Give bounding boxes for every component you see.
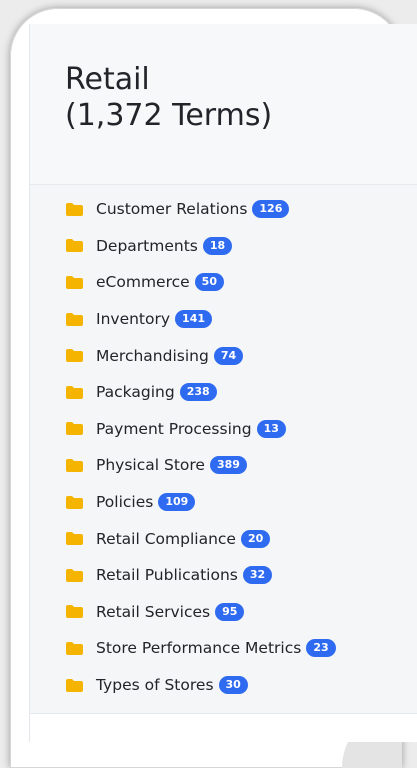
folder-icon <box>66 385 83 399</box>
list-item[interactable]: Physical Store 389 <box>66 447 336 484</box>
list-item[interactable]: Packaging 238 <box>66 374 336 411</box>
count-badge: 126 <box>252 200 290 219</box>
folder-icon <box>66 202 83 216</box>
item-label[interactable]: Physical Store <box>96 456 205 474</box>
item-label[interactable]: Policies <box>96 493 153 511</box>
folder-icon <box>66 678 83 692</box>
item-label[interactable]: Customer Relations <box>96 200 247 218</box>
list-item[interactable]: Types of Stores 30 <box>66 667 336 704</box>
count-badge: 23 <box>306 639 336 658</box>
category-title: Retail (1,372 Terms) <box>65 62 272 134</box>
count-badge: 32 <box>242 566 273 585</box>
item-label[interactable]: Store Performance Metrics <box>96 639 301 657</box>
count-badge: 95 <box>215 602 245 621</box>
list-item[interactable]: Retail Publications 32 <box>66 557 336 594</box>
item-label[interactable]: Retail Services <box>96 603 210 621</box>
count-badge: 389 <box>209 456 247 475</box>
folder-icon <box>66 532 83 546</box>
folder-icon <box>66 641 83 655</box>
list-item[interactable]: Merchandising 74 <box>66 337 336 374</box>
list-item[interactable]: Store Performance Metrics 23 <box>66 630 336 667</box>
list-item[interactable]: Policies 109 <box>66 484 336 521</box>
list-item[interactable]: eCommerce 50 <box>66 264 336 301</box>
folder-icon <box>66 495 83 509</box>
count-badge: 30 <box>218 676 248 695</box>
category-name: Retail <box>65 62 150 97</box>
item-label[interactable]: Retail Compliance <box>96 530 236 548</box>
subcategory-list: Customer Relations 126 Departments 18 eC… <box>66 191 336 703</box>
count-badge: 50 <box>194 273 224 292</box>
folder-icon <box>66 458 83 472</box>
count-badge: 18 <box>202 236 233 255</box>
list-item[interactable]: Payment Processing 13 <box>66 411 336 448</box>
folder-icon <box>66 349 83 363</box>
count-badge: 238 <box>179 383 217 402</box>
folder-icon <box>66 568 83 582</box>
list-item[interactable]: Retail Compliance 20 <box>66 520 336 557</box>
item-label[interactable]: Payment Processing <box>96 420 252 438</box>
count-badge: 20 <box>240 529 271 548</box>
folder-icon <box>66 422 83 436</box>
count-badge: 74 <box>213 346 244 365</box>
subcategory-list-area: Customer Relations 126 Departments 18 eC… <box>30 184 417 714</box>
item-label[interactable]: Departments <box>96 237 198 255</box>
folder-icon <box>66 312 83 326</box>
folder-icon <box>66 275 83 289</box>
list-item[interactable]: Departments 18 <box>66 228 336 265</box>
count-badge: 141 <box>175 310 213 329</box>
item-label[interactable]: Merchandising <box>96 347 209 365</box>
folder-icon <box>66 605 83 619</box>
item-label[interactable]: Retail Publications <box>96 566 238 584</box>
count-badge: 109 <box>158 493 196 512</box>
item-label[interactable]: Types of Stores <box>96 676 214 694</box>
category-panel: Retail (1,372 Terms) Customer Relations … <box>29 24 417 742</box>
list-item[interactable]: Customer Relations 126 <box>66 191 336 228</box>
item-label[interactable]: eCommerce <box>96 273 190 291</box>
folder-icon <box>66 239 83 253</box>
item-label[interactable]: Packaging <box>96 383 175 401</box>
list-item[interactable]: Retail Services 95 <box>66 594 336 631</box>
list-item[interactable]: Inventory 141 <box>66 301 336 338</box>
term-count: (1,372 Terms) <box>65 98 273 133</box>
count-badge: 13 <box>256 419 286 438</box>
item-label[interactable]: Inventory <box>96 310 170 328</box>
category-header: Retail (1,372 Terms) <box>30 24 417 184</box>
